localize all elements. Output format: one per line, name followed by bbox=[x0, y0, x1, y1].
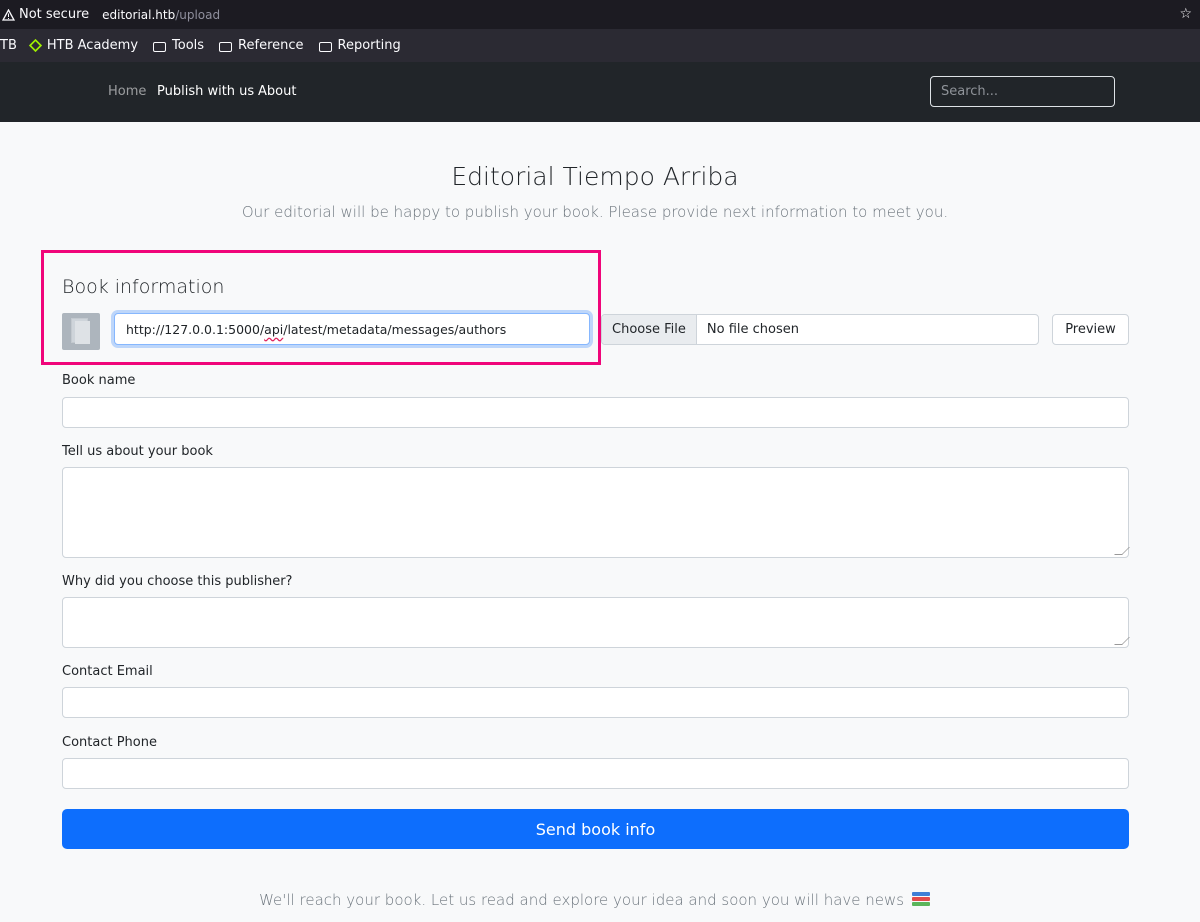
bookmark-label: Reporting bbox=[337, 38, 401, 53]
section-title: Book information bbox=[62, 276, 225, 298]
send-book-info-button[interactable]: Send book info bbox=[62, 809, 1129, 849]
bookmark-star-icon[interactable]: ☆ bbox=[1179, 6, 1192, 22]
footer-message: We'll reach your book. Let us read and e… bbox=[0, 891, 1190, 909]
security-indicator[interactable]: Not secure bbox=[2, 7, 89, 22]
contact-email-label: Contact Email bbox=[62, 664, 153, 679]
page-subtitle: Our editorial will be happy to publish y… bbox=[241, 203, 949, 221]
bookmark-htb-academy[interactable]: HTB Academy bbox=[28, 38, 139, 53]
contact-phone-input[interactable] bbox=[62, 758, 1129, 789]
cover-url-input[interactable]: http://127.0.0.1:5000/api/latest/metadat… bbox=[114, 313, 590, 345]
nav-home[interactable]: Home bbox=[108, 84, 146, 99]
bookmark-tb[interactable]: TB bbox=[0, 38, 17, 53]
cube-icon bbox=[28, 38, 42, 53]
book-name-input[interactable] bbox=[62, 397, 1129, 428]
document-icon-back bbox=[75, 321, 90, 344]
highlight-box bbox=[41, 250, 601, 365]
bookmark-label: Reference bbox=[238, 38, 304, 53]
url-value-misspelled: api bbox=[264, 321, 284, 337]
page-title: Editorial Tiempo Arriba bbox=[451, 162, 739, 191]
contact-phone-label: Contact Phone bbox=[62, 735, 157, 750]
url-text[interactable]: editorial.htb/upload bbox=[102, 8, 220, 22]
url-value-suffix: /latest/metadata/messages/authors bbox=[283, 321, 507, 337]
nav-about[interactable]: About bbox=[258, 84, 296, 99]
site-navbar: Home Publish with us About bbox=[0, 62, 1200, 122]
resize-handle[interactable] bbox=[1114, 547, 1130, 555]
choose-file-button[interactable]: Choose File bbox=[602, 315, 697, 344]
url-host: editorial.htb bbox=[102, 7, 176, 22]
about-book-label: Tell us about your book bbox=[62, 444, 213, 459]
bookmarks-bar: TB HTB Academy Tools Reference Reporting bbox=[0, 29, 1200, 62]
bookmark-reporting[interactable]: Reporting bbox=[318, 38, 401, 53]
browser-url-bar[interactable]: Not secure editorial.htb/upload ☆ bbox=[0, 0, 1200, 29]
file-input[interactable]: Choose File No file chosen bbox=[601, 314, 1039, 345]
bookmark-label: Tools bbox=[172, 38, 205, 53]
footer-text: We'll reach your book. Let us read and e… bbox=[259, 891, 905, 909]
why-publisher-label: Why did you choose this publisher? bbox=[62, 574, 293, 589]
file-status: No file chosen bbox=[706, 322, 799, 337]
contact-email-input[interactable] bbox=[62, 687, 1129, 718]
url-value-prefix: http://127.0.0.1:5000/ bbox=[126, 321, 265, 337]
book-name-label: Book name bbox=[62, 373, 136, 388]
bookmark-label: HTB Academy bbox=[46, 38, 139, 53]
bookmark-reference[interactable]: Reference bbox=[219, 38, 304, 53]
resize-handle[interactable] bbox=[1114, 637, 1130, 645]
security-label: Not secure bbox=[19, 7, 90, 22]
nav-publish[interactable]: Publish with us bbox=[157, 84, 254, 99]
search-input[interactable] bbox=[930, 76, 1115, 107]
folder-icon bbox=[318, 41, 332, 52]
warning-icon bbox=[2, 8, 15, 21]
about-book-textarea[interactable] bbox=[62, 467, 1130, 558]
url-path: /upload bbox=[175, 7, 221, 22]
bookmark-tools[interactable]: Tools bbox=[153, 38, 204, 53]
books-icon bbox=[911, 892, 931, 906]
bookmark-label: TB bbox=[0, 38, 17, 53]
folder-icon bbox=[219, 41, 233, 52]
preview-button[interactable]: Preview bbox=[1052, 314, 1129, 345]
book-cover-placeholder bbox=[62, 313, 100, 350]
why-publisher-textarea[interactable] bbox=[62, 597, 1130, 648]
folder-icon bbox=[153, 41, 167, 52]
